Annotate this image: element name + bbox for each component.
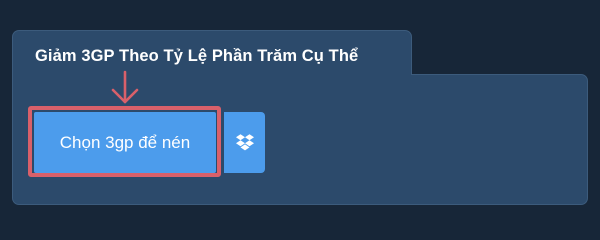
choose-file-button[interactable]: Chọn 3gp để nén xyxy=(34,112,216,173)
tab-panel-joint xyxy=(13,72,411,76)
arrow-down-icon xyxy=(111,70,139,104)
choose-file-label: Chọn 3gp để nén xyxy=(59,132,191,152)
dropbox-icon xyxy=(235,134,254,151)
tab-title: Giảm 3GP Theo Tỷ Lệ Phần Trăm Cụ Thể xyxy=(35,47,359,65)
dropbox-button[interactable] xyxy=(224,112,265,173)
